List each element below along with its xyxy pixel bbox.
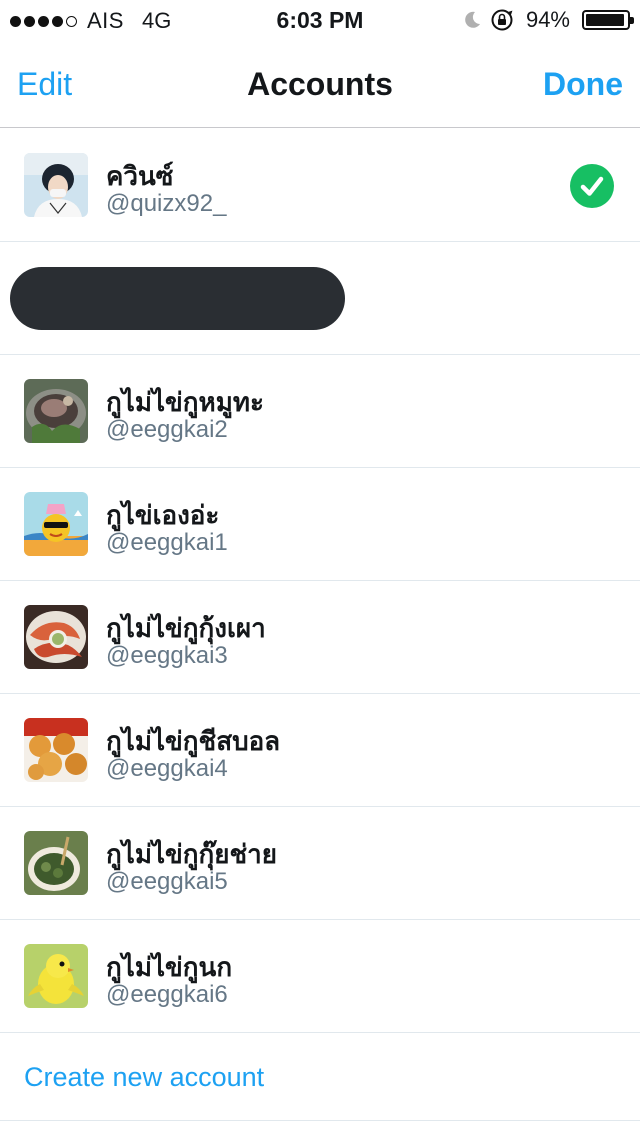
done-button[interactable]: Done [543,66,623,103]
navigation-bar: Edit Accounts Done [0,40,640,128]
account-row[interactable]: กูไข่เองอ่ะ @eeggkai1 [0,468,640,581]
account-row[interactable]: กูไม่ไข่กูนก @eeggkai6 [0,920,640,1033]
avatar [24,153,88,217]
account-list: ควินซ์ @quizx92_ กูไม่ไข่กูหมูทะ @eeggka… [0,129,640,1121]
avatar [24,944,88,1008]
account-row[interactable]: ควินซ์ @quizx92_ [0,129,640,242]
account-handle: @eeggkai6 [106,981,228,1008]
do-not-disturb-moon-icon [465,11,480,28]
account-handle: @quizx92_ [106,190,227,217]
avatar [24,718,88,782]
battery-percent: 94% [525,7,570,32]
kuichai-photo-icon [24,831,88,895]
create-account-row[interactable]: Create new account [0,1033,640,1121]
bbq-photo-icon [24,379,88,443]
grilled-shrimp-photo-icon [24,605,88,669]
account-handle: @eeggkai3 [106,642,228,669]
account-row[interactable]: กูไม่ไข่กูกุ้งเผา @eeggkai3 [0,581,640,694]
battery-icon [582,10,634,30]
avatar [24,492,88,556]
redaction-bar [10,267,345,330]
create-new-account-link[interactable]: Create new account [24,1062,264,1093]
cheese-ball-photo-icon [24,718,88,782]
status-bar: AIS 4G 6:03 PM 94% [0,0,640,40]
account-row-redacted[interactable] [0,242,640,355]
egg-cartoon-icon [24,492,88,556]
person-photo-icon [24,153,88,217]
account-handle: @eeggkai5 [106,868,228,895]
avatar [24,605,88,669]
status-right: 94% [462,7,634,33]
battery-fill [586,14,624,26]
bird-photo-icon [24,944,88,1008]
account-row[interactable]: กูไม่ไข่กูหมูทะ @eeggkai2 [0,355,640,468]
avatar [24,831,88,895]
avatar [24,379,88,443]
checkmark-icon [570,164,614,208]
account-handle: @eeggkai4 [106,755,228,782]
account-row[interactable]: กูไม่ไข่กูกุ๊ยช่าย @eeggkai5 [0,807,640,920]
account-handle: @eeggkai2 [106,416,228,443]
account-handle: @eeggkai1 [106,529,228,556]
account-row[interactable]: กูไม่ไข่กูชีสบอล @eeggkai4 [0,694,640,807]
rotation-lock-icon [491,9,513,31]
